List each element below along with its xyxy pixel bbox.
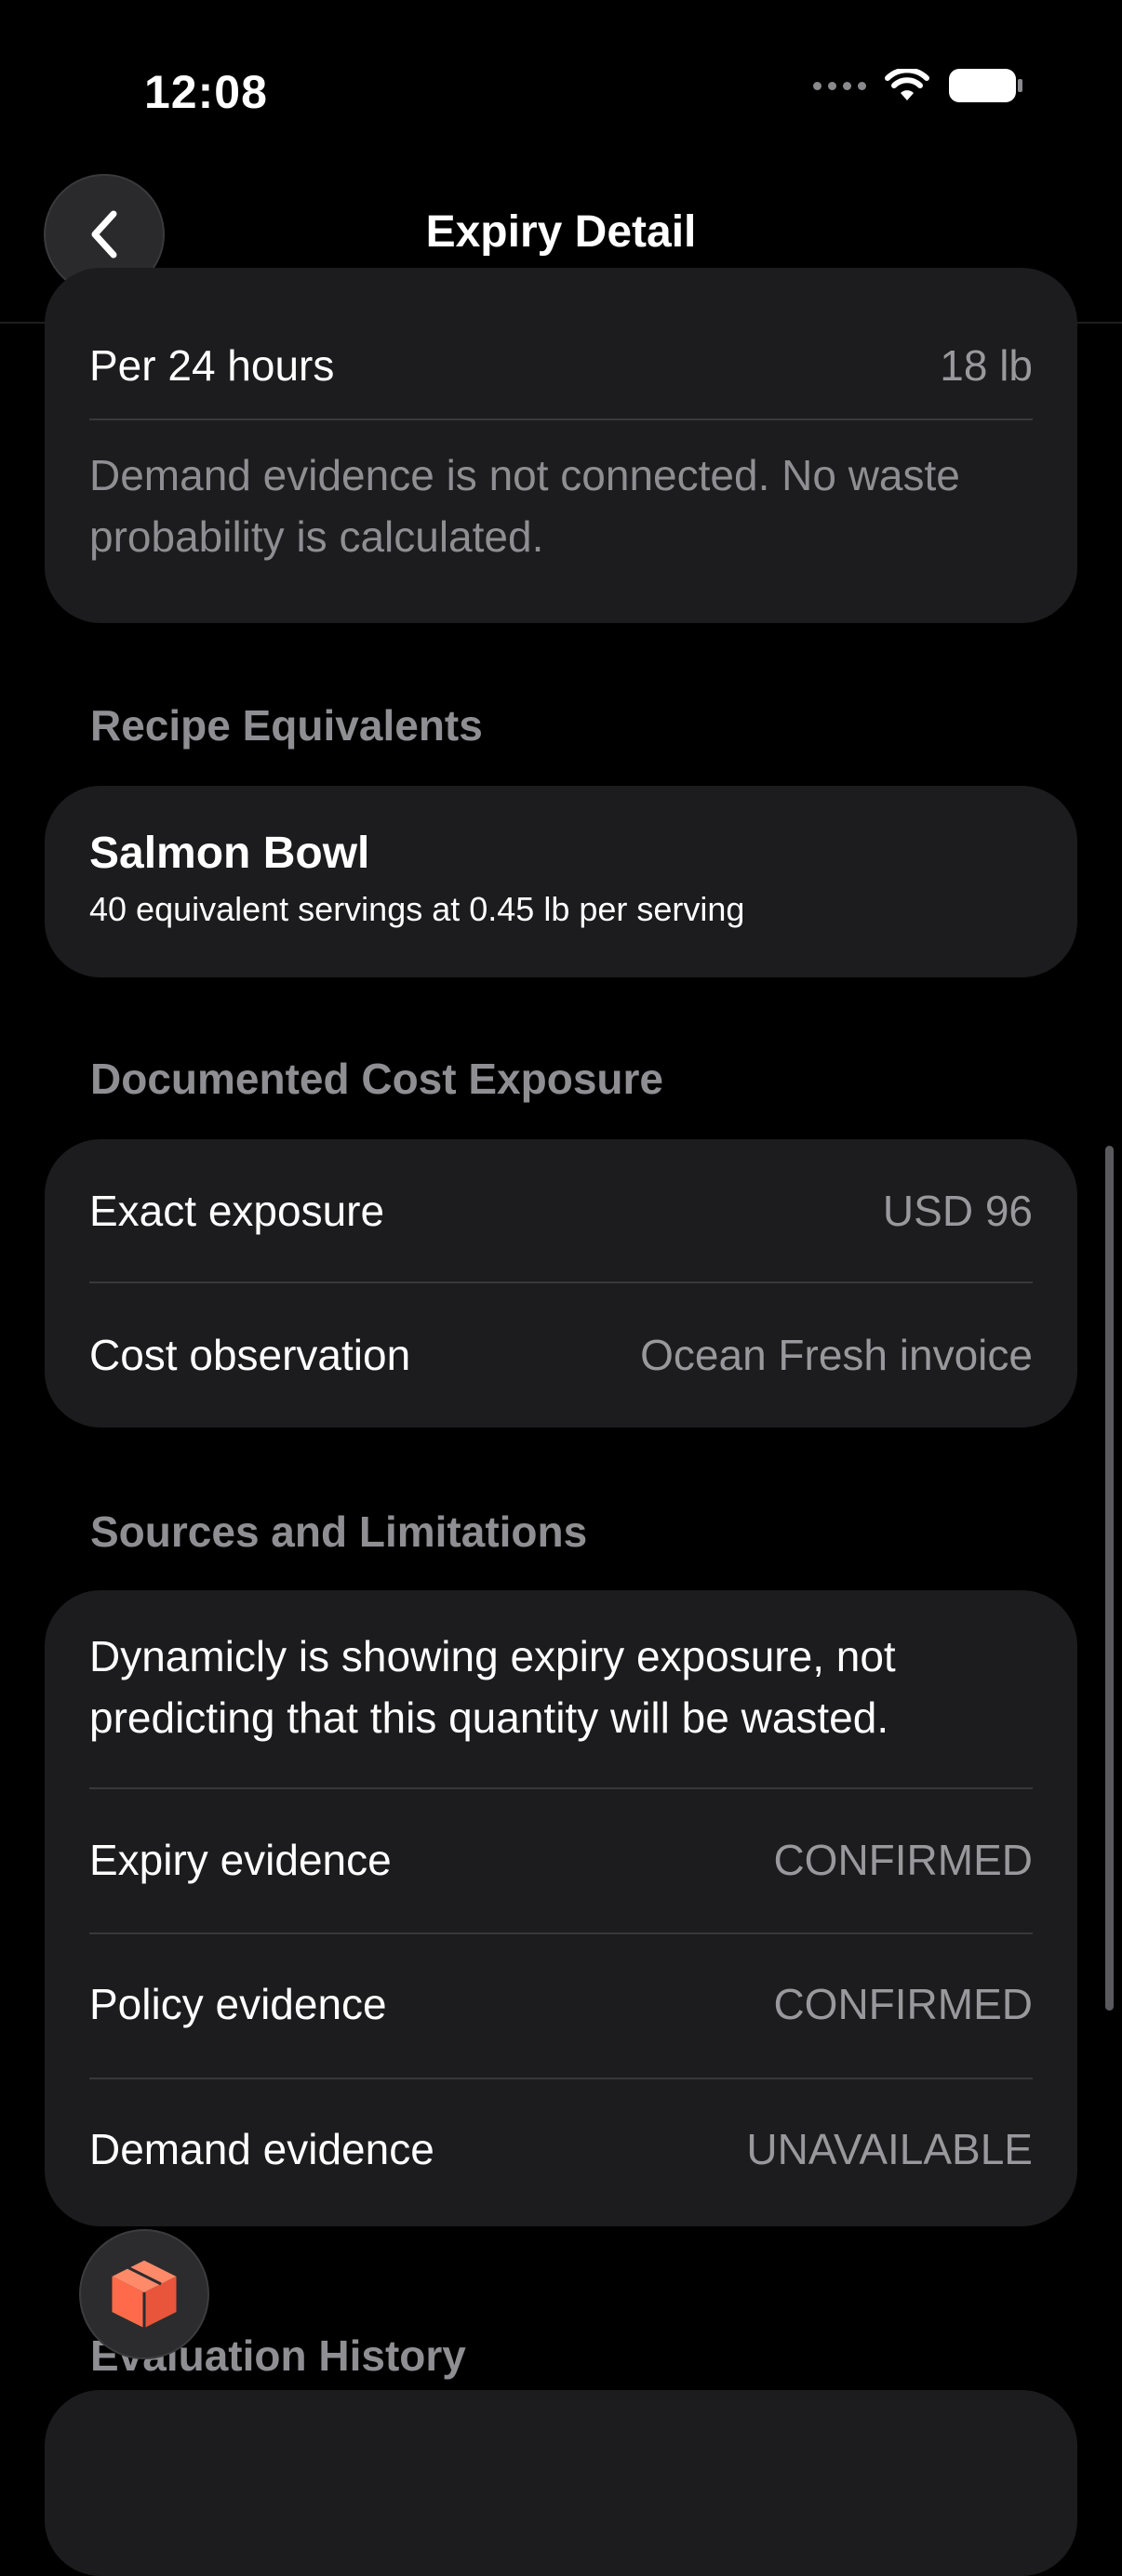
box-icon (109, 2257, 180, 2331)
status-icons (813, 67, 1024, 104)
projection-card: Per 24 hours 18 lb Demand evidence is no… (45, 268, 1077, 623)
row-value: 18 lb (940, 341, 1033, 390)
recipe-subtitle: 40 equivalent servings at 0.45 lb per se… (89, 890, 745, 928)
row-value: UNAVAILABLE (746, 2125, 1033, 2173)
sources-note: Dynamicly is showing expiry exposure, no… (89, 1632, 896, 1742)
recipe-card[interactable]: Salmon Bowl 40 equivalent servings at 0.… (45, 786, 1077, 977)
recipe-equivalents-header: Recipe Equivalents (90, 701, 483, 750)
cost-card: Exact exposure USD 96 Cost observation O… (45, 1139, 1077, 1427)
divider (89, 418, 1033, 420)
status-bar: 12:08 (0, 0, 1122, 177)
divider (89, 1281, 1033, 1283)
row-label: Demand evidence (89, 2125, 434, 2173)
cost-observation-row: Cost observation Ocean Fresh invoice (89, 1322, 1033, 1388)
status-time: 12:08 (144, 66, 268, 118)
row-label: Expiry evidence (89, 1836, 392, 1884)
wifi-icon (885, 69, 929, 100)
history-card (45, 2390, 1077, 2576)
demand-evidence-row: Demand evidence UNAVAILABLE (89, 2117, 1033, 2182)
row-value: CONFIRMED (773, 1836, 1033, 1884)
row-label: Exact exposure (89, 1187, 385, 1235)
row-value: Ocean Fresh invoice (640, 1331, 1033, 1379)
row-label: Per 24 hours (89, 341, 335, 390)
row-value: USD 96 (882, 1187, 1033, 1235)
divider (89, 1787, 1033, 1789)
demand-note: Demand evidence is not connected. No was… (89, 451, 960, 561)
floating-box-button[interactable] (79, 2229, 209, 2359)
exact-exposure-row: Exact exposure USD 96 (89, 1178, 1033, 1243)
row-value: CONFIRMED (773, 1980, 1033, 2028)
page-title: Expiry Detail (425, 207, 697, 257)
row-label: Cost observation (89, 1331, 411, 1379)
row-label: Policy evidence (89, 1980, 387, 2028)
expiry-evidence-row: Expiry evidence CONFIRMED (89, 1827, 1033, 1892)
battery-icon (949, 69, 1022, 102)
recipe-title: Salmon Bowl (89, 829, 370, 878)
cost-exposure-header: Documented Cost Exposure (90, 1055, 663, 1103)
per-24-hours-row: Per 24 hours 18 lb (89, 333, 1033, 398)
divider (89, 2078, 1033, 2079)
sources-card: Dynamicly is showing expiry exposure, no… (45, 1590, 1077, 2226)
cellular-dots-icon (813, 81, 866, 90)
policy-evidence-row: Policy evidence CONFIRMED (89, 1972, 1033, 2037)
scroll-indicator[interactable] (1105, 1146, 1114, 2011)
divider (89, 1932, 1033, 1934)
sources-limitations-header: Sources and Limitations (90, 1507, 588, 1556)
